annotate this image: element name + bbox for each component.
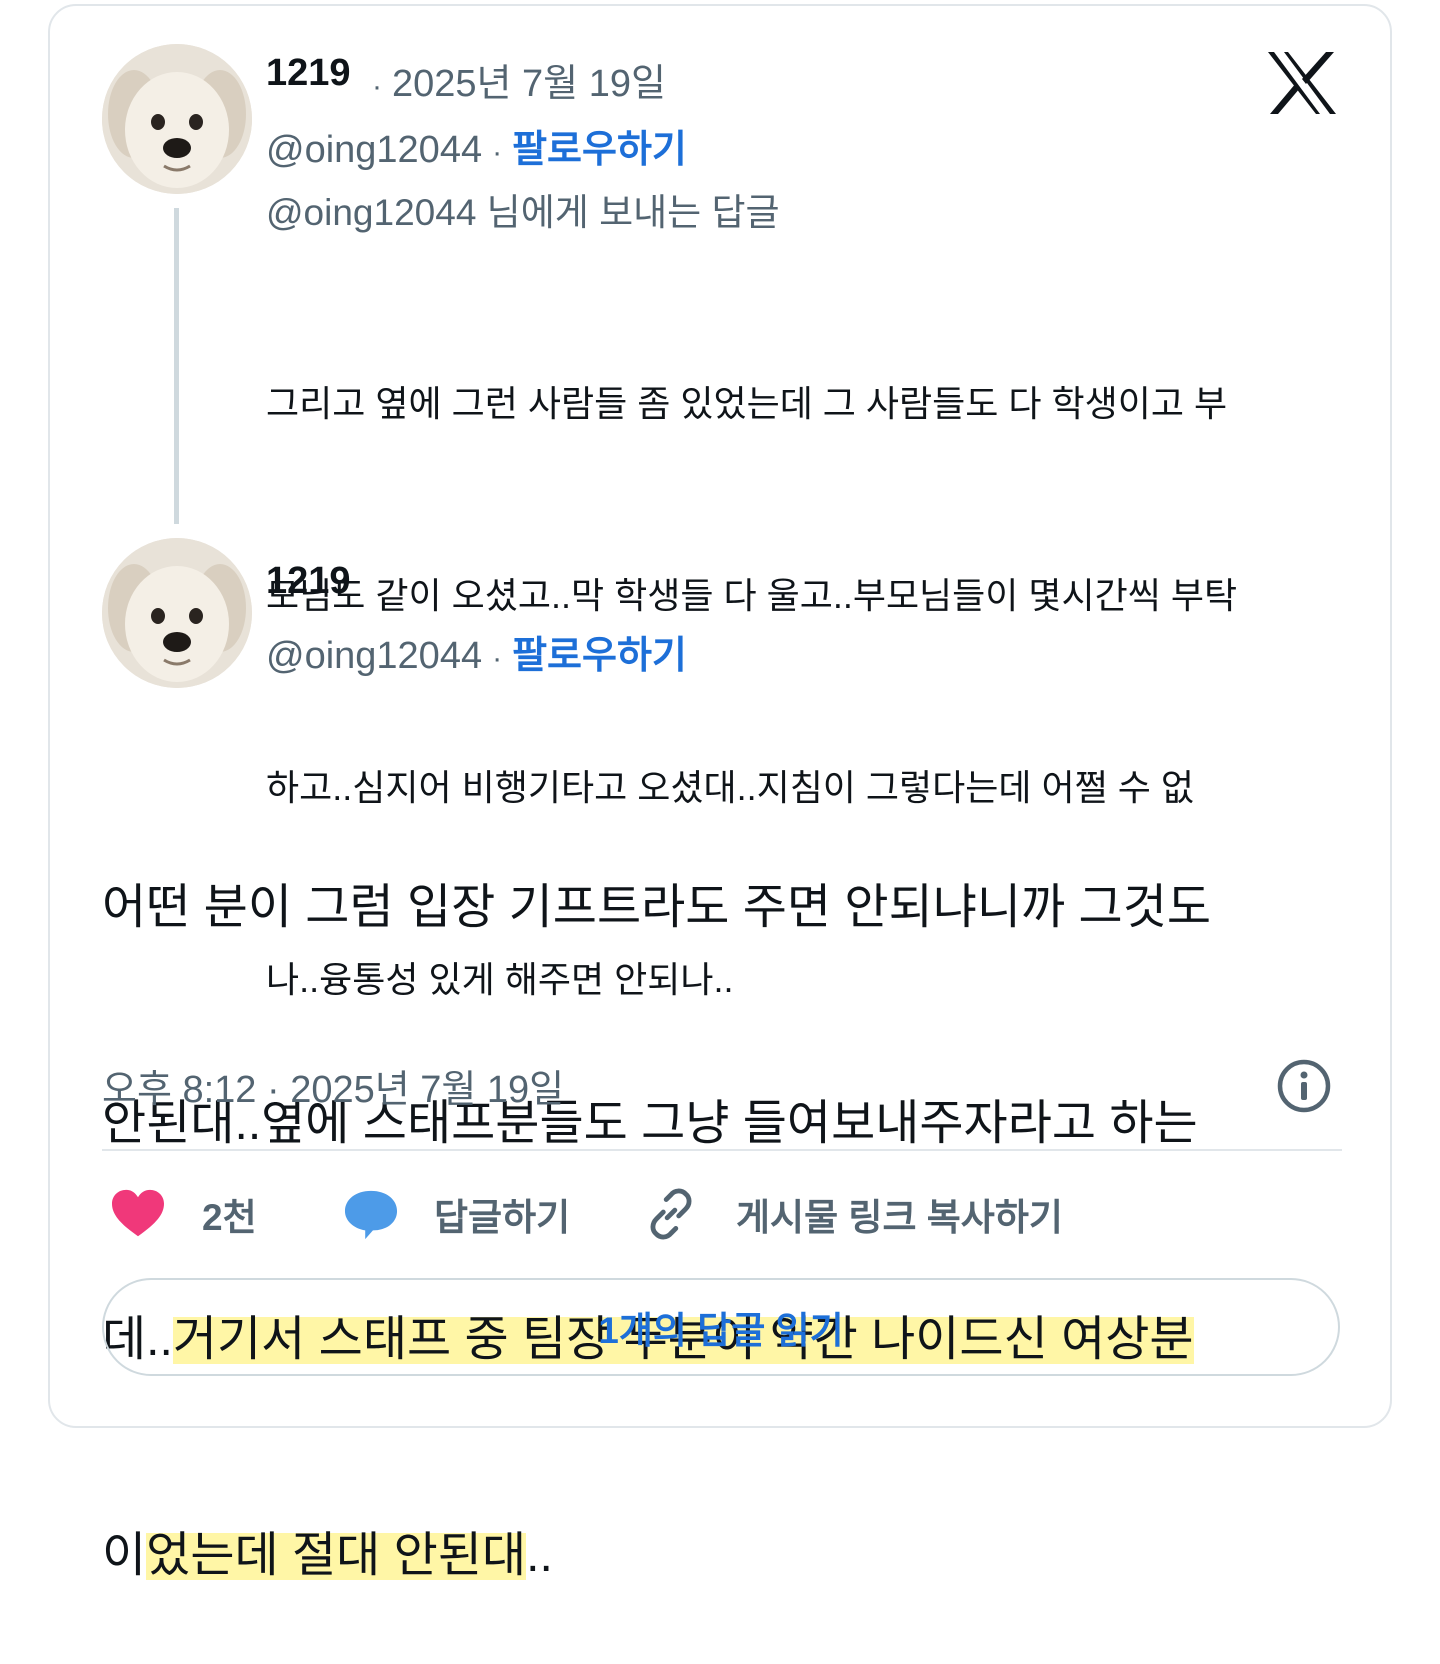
author-handle[interactable]: @oing12044 (266, 129, 482, 171)
follow-button[interactable]: 팔로우하기 (512, 635, 687, 677)
post-date: 2025년 7월 19일 (392, 63, 666, 105)
link-icon (650, 1188, 692, 1240)
text-segment: .. (526, 1529, 553, 1582)
like-button[interactable]: 2천 (110, 1182, 257, 1246)
puppy-avatar-image (102, 44, 252, 194)
thread-connector-line (174, 208, 179, 524)
text-segment: 이 (102, 1529, 147, 1582)
main-text-line: 이었는데 절대 안된대.. (102, 1520, 1342, 1592)
divider (102, 1149, 1342, 1151)
copy-link-button[interactable]: 게시물 링크 복사하기 (644, 1182, 1063, 1246)
follow-button[interactable]: 팔로우하기 (512, 129, 687, 171)
parent-text-line: 모님도 같이 오셨고..막 학생들 다 울고..부모님들이 몇시간씩 부탁 (266, 575, 1238, 616)
post-timestamp[interactable]: 오후 8:12 · 2025년 7월 19일 (102, 1058, 564, 1113)
like-count: 2천 (202, 1197, 257, 1238)
read-replies-button[interactable]: 1개의 답글 읽기 (102, 1278, 1340, 1376)
reply-button[interactable]: 답글하기 (342, 1182, 570, 1246)
reply-to-label: @oing12044 님에게 보내는 답글 (266, 192, 780, 233)
main-text-line: 어떤 분이 그럼 입장 기프트라도 주면 안되냐니까 그것도 (102, 881, 1212, 934)
copy-link-label: 게시물 링크 복사하기 (736, 1197, 1063, 1238)
author-name[interactable]: 1219 (266, 560, 351, 603)
handle-row: @oing12044 · 팔로우하기 (266, 635, 687, 677)
post-date-row: · 2025년 7월 19일 (372, 63, 666, 105)
highlighted-text: 었는데 절대 안된대 (146, 1529, 527, 1582)
author-name[interactable]: 1219 (266, 52, 351, 95)
parent-text-line: 그리고 옆에 그런 사람들 좀 있었는데 그 사람들도 다 학생이고 부 (266, 383, 1228, 424)
info-icon[interactable] (1276, 1058, 1332, 1114)
avatar[interactable] (102, 538, 252, 688)
handle-row: @oing12044 · 팔로우하기 (266, 129, 687, 171)
heart-icon (112, 1189, 164, 1237)
x-logo-icon[interactable] (1266, 50, 1338, 116)
author-handle[interactable]: @oing12044 (266, 635, 482, 677)
avatar[interactable] (102, 44, 252, 194)
reply-label: 답글하기 (434, 1197, 571, 1238)
speech-bubble-icon (344, 1190, 398, 1240)
puppy-avatar-image (102, 538, 252, 688)
